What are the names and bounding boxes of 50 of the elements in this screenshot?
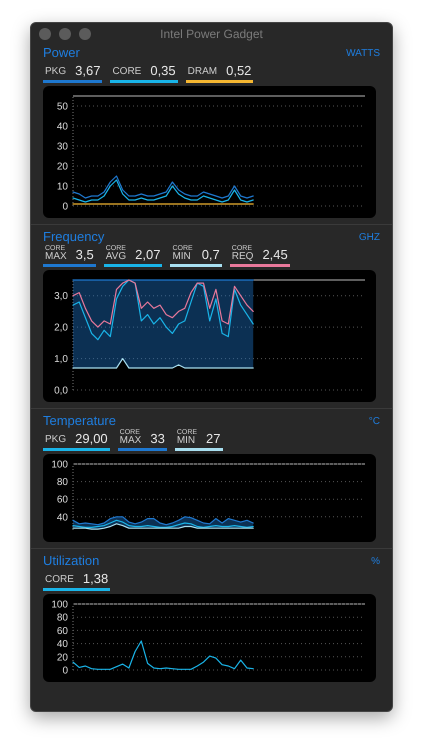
tick-label: 60 <box>56 494 68 506</box>
metric-label: CORE <box>45 573 74 586</box>
section-title: Frequency <box>43 229 104 244</box>
tick-label: 40 <box>56 639 68 650</box>
zoom-button[interactable] <box>79 28 91 40</box>
tick-label: 2,0 <box>54 322 68 334</box>
metric-value: 3,67 <box>74 63 100 78</box>
unit-label: °C <box>368 416 380 428</box>
metric-value: 0,52 <box>225 63 252 78</box>
tick-label: 3,0 <box>54 291 68 302</box>
tick-label: 60 <box>56 626 68 637</box>
section-title: Temperature <box>43 413 116 428</box>
section-title: Utilization <box>43 553 100 568</box>
tick-label: 20 <box>56 652 68 664</box>
metric-value: 27 <box>205 431 221 446</box>
section-title: Power <box>43 45 80 60</box>
metric-label: CORE <box>112 65 142 78</box>
tick-label: 0 <box>62 666 68 676</box>
tick-label: 100 <box>51 460 68 470</box>
window-title: Intel Power Gadget <box>160 26 263 43</box>
tick-label: 80 <box>56 477 68 488</box>
metric-label: DRAM <box>188 65 218 78</box>
tick-label: 40 <box>56 122 68 132</box>
metric-value: 1,38 <box>82 571 108 586</box>
metric-value: 0,7 <box>200 247 220 262</box>
metric-label: PKG <box>45 433 66 446</box>
tick-label: 0,0 <box>54 386 68 396</box>
unit-label: WATTS <box>346 48 380 60</box>
metric-value: 2,45 <box>261 247 288 262</box>
tick-label: 40 <box>56 512 68 524</box>
metric-value: 33 <box>149 431 165 446</box>
tick-label: 20 <box>56 162 68 172</box>
tick-label: 100 <box>51 600 68 610</box>
tick-label: 1,0 <box>54 354 68 366</box>
close-button[interactable] <box>39 28 51 40</box>
metric-value: 0,35 <box>149 63 176 78</box>
tick-label: 10 <box>56 182 68 192</box>
minimize-button[interactable] <box>59 28 71 40</box>
metric-value: 2,07 <box>134 247 160 262</box>
unit-label: GHZ <box>358 232 380 244</box>
unit-label: % <box>371 556 380 568</box>
y-axis <box>72 464 74 530</box>
tick-label: 30 <box>56 142 68 152</box>
metric-value: 29,00 <box>74 431 108 446</box>
tick-label: 50 <box>56 102 68 112</box>
tick-label: 80 <box>56 612 68 624</box>
metric-value: 3,5 <box>74 247 94 262</box>
tick-label: 0 <box>62 202 68 212</box>
metric-label: PKG <box>45 65 66 78</box>
y-axis <box>72 604 74 670</box>
